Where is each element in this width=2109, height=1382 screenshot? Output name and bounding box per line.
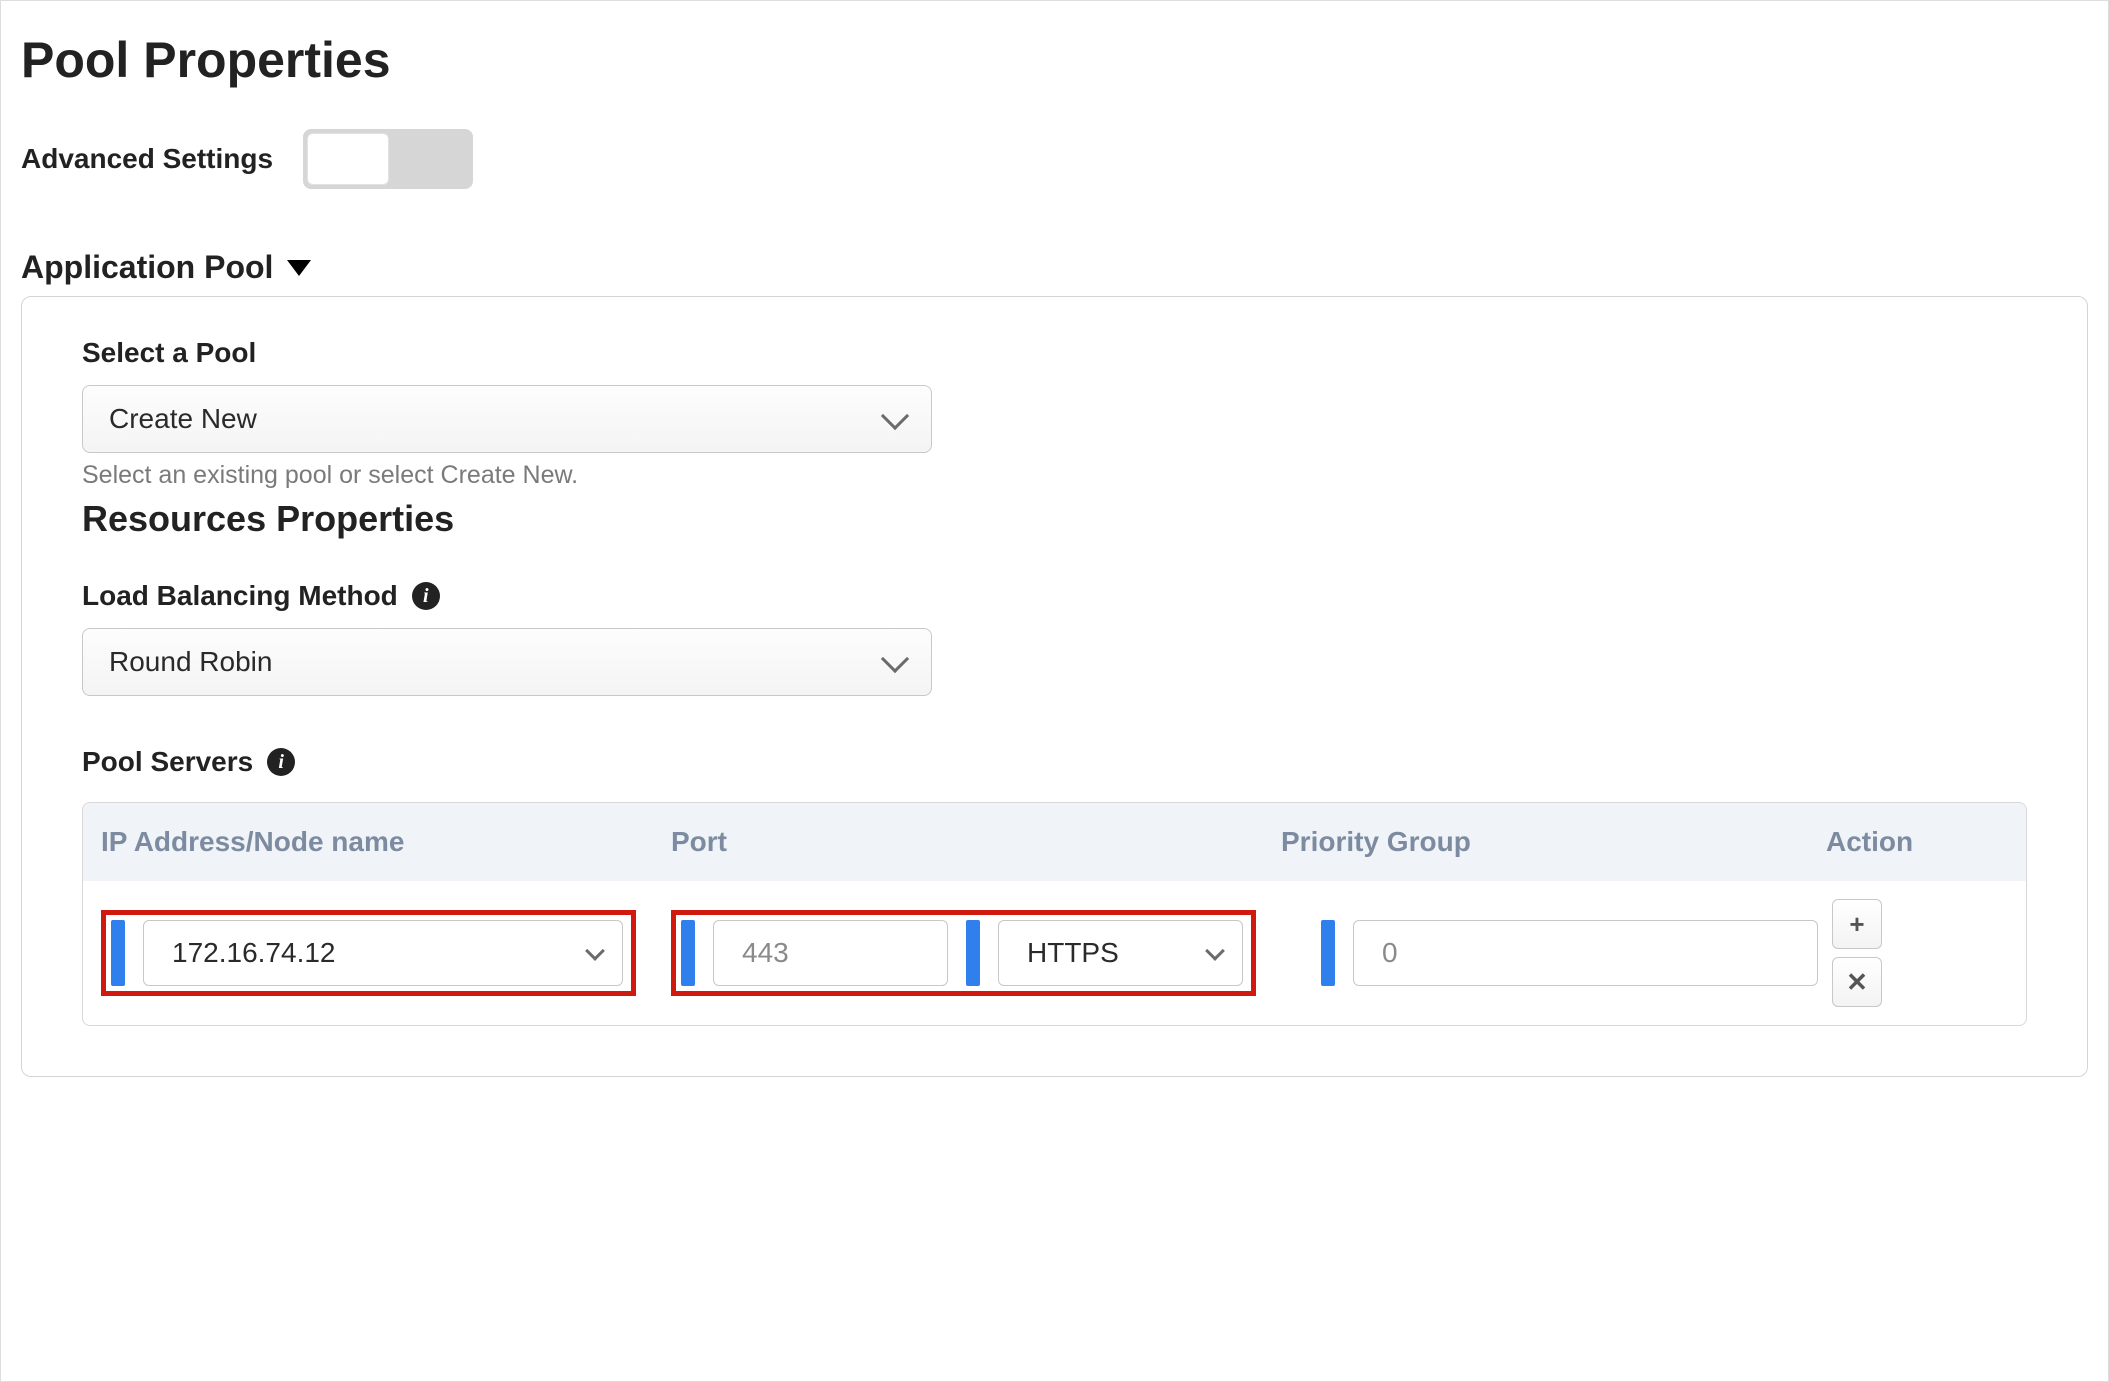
remove-row-button[interactable]: ✕ bbox=[1832, 957, 1882, 1007]
ip-highlight: 172.16.74.12 bbox=[101, 910, 636, 996]
select-pool-help: Select an existing pool or select Create… bbox=[82, 461, 2027, 490]
chevron-down-icon bbox=[881, 645, 909, 673]
port-value: 443 bbox=[742, 937, 789, 969]
advanced-settings-toggle[interactable] bbox=[303, 129, 473, 189]
caret-down-icon bbox=[287, 260, 311, 276]
accent-bar bbox=[681, 920, 695, 986]
select-pool-value: Create New bbox=[109, 403, 257, 435]
table-row: 172.16.74.12 443 HTTPS bbox=[83, 881, 2026, 1025]
cell-action: + ✕ bbox=[1826, 899, 2008, 1007]
accent-bar bbox=[1321, 920, 1335, 986]
ip-address-input[interactable]: 172.16.74.12 bbox=[143, 920, 623, 986]
select-pool-block: Select a Pool Create New Select an exist… bbox=[82, 337, 2027, 696]
protocol-dropdown[interactable]: HTTPS bbox=[998, 920, 1243, 986]
priority-input[interactable]: 0 bbox=[1353, 920, 1818, 986]
cell-ip: 172.16.74.12 bbox=[101, 910, 671, 996]
col-header-priority: Priority Group bbox=[1281, 826, 1826, 858]
col-header-port: Port bbox=[671, 826, 1281, 858]
application-pool-panel: Select a Pool Create New Select an exist… bbox=[21, 296, 2088, 1077]
lb-method-value: Round Robin bbox=[109, 646, 272, 678]
cell-priority: 0 bbox=[1281, 920, 1826, 986]
col-header-ip: IP Address/Node name bbox=[101, 826, 671, 858]
application-pool-header-label: Application Pool bbox=[21, 249, 273, 286]
resources-properties-heading: Resources Properties bbox=[82, 498, 2027, 540]
advanced-settings-label: Advanced Settings bbox=[21, 143, 273, 175]
pool-properties-panel: Pool Properties Advanced Settings Applic… bbox=[0, 0, 2109, 1382]
lb-method-dropdown[interactable]: Round Robin bbox=[82, 628, 932, 696]
ip-address-value: 172.16.74.12 bbox=[172, 937, 336, 969]
info-icon[interactable]: i bbox=[267, 748, 295, 776]
select-pool-dropdown[interactable]: Create New bbox=[82, 385, 932, 453]
close-icon: ✕ bbox=[1846, 967, 1868, 998]
accent-bar bbox=[966, 920, 980, 986]
protocol-value: HTTPS bbox=[1027, 937, 1119, 969]
pool-servers-label-text: Pool Servers bbox=[82, 746, 253, 778]
select-pool-label: Select a Pool bbox=[82, 337, 2027, 369]
lb-method-label-text: Load Balancing Method bbox=[82, 580, 398, 612]
col-header-action: Action bbox=[1826, 826, 2008, 858]
advanced-settings-row: Advanced Settings bbox=[21, 129, 2088, 189]
priority-group-wrap: 0 bbox=[1321, 920, 1818, 986]
priority-value: 0 bbox=[1382, 937, 1398, 969]
chevron-down-icon bbox=[585, 941, 605, 961]
chevron-down-icon bbox=[881, 402, 909, 430]
port-highlight: 443 HTTPS bbox=[671, 910, 1256, 996]
lb-method-label: Load Balancing Method i bbox=[82, 580, 2027, 612]
info-icon[interactable]: i bbox=[412, 582, 440, 610]
accent-bar bbox=[111, 920, 125, 986]
cell-port: 443 HTTPS bbox=[671, 910, 1281, 996]
chevron-down-icon bbox=[1205, 941, 1225, 961]
port-input[interactable]: 443 bbox=[713, 920, 948, 986]
table-header: IP Address/Node name Port Priority Group… bbox=[83, 803, 2026, 881]
page-title: Pool Properties bbox=[21, 31, 2088, 89]
pool-servers-label: Pool Servers i bbox=[82, 746, 2027, 778]
add-row-button[interactable]: + bbox=[1832, 899, 1882, 949]
application-pool-section-header[interactable]: Application Pool bbox=[21, 249, 2088, 286]
pool-servers-table: IP Address/Node name Port Priority Group… bbox=[82, 802, 2027, 1026]
plus-icon: + bbox=[1849, 909, 1864, 940]
toggle-knob bbox=[307, 133, 389, 185]
